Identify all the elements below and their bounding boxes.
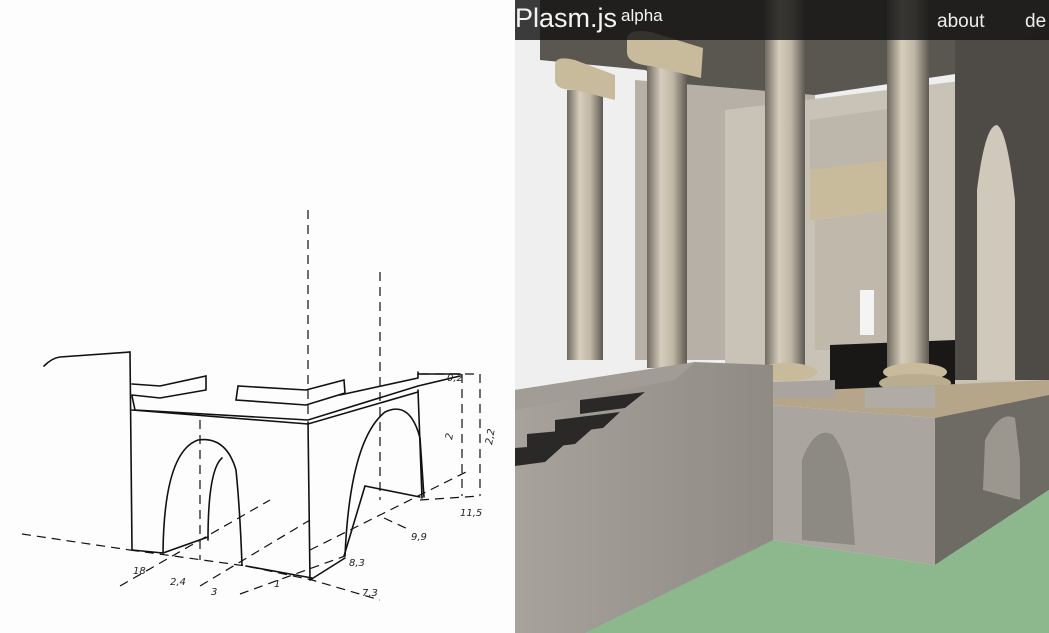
brand-tag: alpha [621, 6, 663, 25]
cornice [810, 160, 890, 220]
column [567, 90, 603, 360]
nav-link-about[interactable]: about [937, 11, 985, 33]
arch-opening [977, 125, 1015, 380]
3d-viewport[interactable] [515, 0, 1049, 633]
column [765, 0, 805, 370]
sketch-image: 0,2 2 2,2 11,5 9,9 8,3 7,3 1 3 2,4 18 [0, 0, 515, 633]
sketch-drawing: 0,2 2 2,2 11,5 9,9 8,3 7,3 1 3 2,4 18 [21, 210, 498, 601]
dim-label: 9,9 [411, 532, 427, 543]
dim-label: 18 [133, 566, 146, 577]
brand-name[interactable]: Plasm.js [515, 3, 617, 33]
sketch-dimension-labels: 0,2 2 2,2 11,5 9,9 8,3 7,3 1 3 2,4 18 [133, 373, 498, 599]
dim-label: 11,5 [460, 508, 482, 519]
dim-label: 1 [274, 579, 280, 590]
dim-label: 7,3 [362, 588, 378, 599]
sketch-lines [43, 351, 461, 581]
column [887, 0, 929, 372]
3d-scene[interactable] [515, 0, 1049, 633]
nav-link-demo[interactable]: de [1025, 11, 1046, 33]
dim-label: 2,4 [170, 577, 186, 588]
brand-logo[interactable]: Plasm.js alpha [515, 2, 663, 34]
dim-label: 0,2 [447, 373, 463, 384]
dim-label: 2 [444, 432, 456, 440]
column [647, 58, 687, 368]
dim-label: 8,3 [349, 558, 365, 569]
top-navbar: Plasm.js alpha about de [515, 0, 1049, 40]
dim-label: 3 [211, 587, 217, 598]
window [860, 290, 874, 335]
dim-label: 2,2 [484, 428, 498, 446]
